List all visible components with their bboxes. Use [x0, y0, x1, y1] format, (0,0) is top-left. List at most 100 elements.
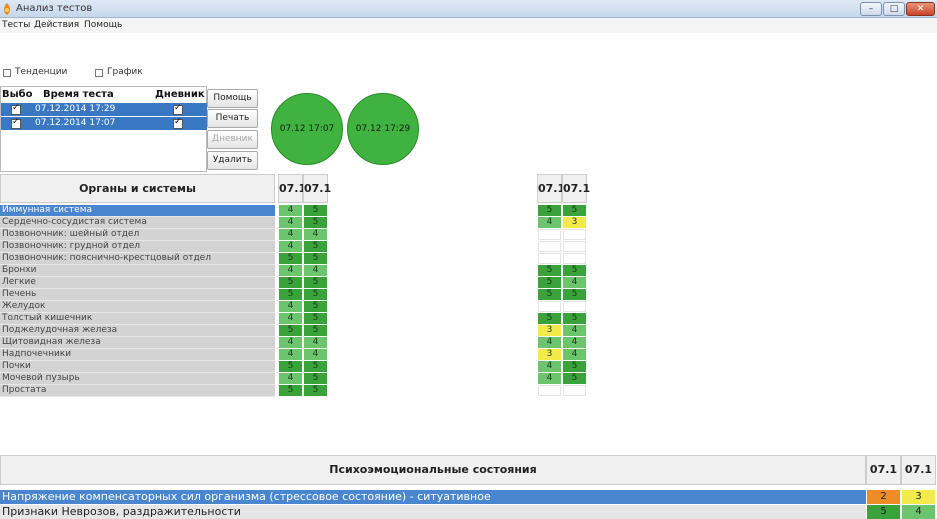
diary-checkbox[interactable] — [173, 117, 183, 129]
menu-help[interactable]: Помощь — [84, 20, 122, 30]
organs-col-header: 07.1 — [303, 174, 331, 203]
right-value-cell: 5 — [563, 289, 586, 300]
psycho-header: Психоэмоциональные состояния — [0, 455, 866, 485]
right-value-cell: 5 — [563, 313, 586, 324]
right-value-cell — [563, 229, 586, 240]
test-select-checkbox[interactable] — [11, 103, 21, 115]
organ-value-cell: 4 — [279, 373, 302, 384]
organ-row[interactable]: Легкие — [0, 277, 275, 289]
organ-row[interactable]: Надпочечники — [0, 349, 275, 361]
organ-value-cell: 5 — [304, 289, 327, 300]
organs-header: Органы и системы — [0, 174, 275, 203]
right-value-cell — [538, 301, 561, 312]
trends-checkbox[interactable] — [3, 69, 11, 77]
psycho-value-cell: 2 — [867, 490, 900, 504]
psycho-row[interactable]: Признаки Неврозов, раздражительности — [0, 505, 866, 519]
organ-value-cell: 4 — [279, 241, 302, 252]
organ-value-cell: 5 — [279, 289, 302, 300]
organ-row[interactable]: Щитовидная железа — [0, 337, 275, 349]
right-value-cell: 5 — [563, 205, 586, 216]
organ-row[interactable]: Бронхи — [0, 265, 275, 277]
right-value-cell — [563, 385, 586, 396]
organ-value-cell: 4 — [304, 337, 327, 348]
diary-checkbox[interactable] — [173, 103, 183, 115]
right-value-cell — [563, 301, 586, 312]
delete-button[interactable]: Удалить — [207, 151, 258, 170]
organ-row[interactable]: Почки — [0, 361, 275, 373]
organ-value-cell: 4 — [279, 337, 302, 348]
close-button[interactable]: ✕ — [906, 2, 935, 16]
test-circle[interactable]: 07.12 17:29 — [347, 93, 419, 165]
test-time: 07.12.2014 17:29 — [35, 104, 116, 114]
diary-button[interactable]: Дневник — [207, 130, 258, 149]
menu-actions[interactable]: Действия — [34, 20, 79, 30]
right-value-cell: 5 — [538, 265, 561, 276]
psycho-col-header: 07.1 — [901, 455, 936, 485]
right-value-cell — [538, 385, 561, 396]
graph-checkbox[interactable] — [95, 69, 103, 77]
right-value-cell — [563, 241, 586, 252]
right-value-cell — [538, 241, 561, 252]
test-circle[interactable]: 07.12 17:07 — [271, 93, 343, 165]
organ-row[interactable]: Простата — [0, 385, 275, 397]
test-time: 07.12.2014 17:07 — [35, 118, 116, 128]
organ-value-cell: 4 — [279, 265, 302, 276]
test-select-checkbox[interactable] — [11, 117, 21, 129]
psycho-col-header: 07.1 — [866, 455, 901, 485]
organ-value-cell: 5 — [304, 205, 327, 216]
help-button[interactable]: Помощь — [207, 89, 258, 108]
organ-value-cell: 5 — [279, 325, 302, 336]
graph-label: График — [107, 67, 143, 77]
organ-value-cell: 4 — [279, 349, 302, 360]
right-value-cell: 4 — [563, 325, 586, 336]
right-value-cell: 4 — [563, 277, 586, 288]
organ-row[interactable]: Печень — [0, 289, 275, 301]
psycho-value-cell: 5 — [867, 505, 900, 519]
right-value-cell: 5 — [538, 313, 561, 324]
organ-value-cell: 4 — [279, 313, 302, 324]
right-value-cell: 4 — [563, 337, 586, 348]
organ-row[interactable]: Иммунная система — [0, 205, 275, 217]
organ-value-cell: 5 — [279, 277, 302, 288]
organ-row[interactable]: Поджелудочная железа — [0, 325, 275, 337]
organ-row[interactable]: Позвоночник: грудной отдел — [0, 241, 275, 253]
organ-row[interactable]: Мочевой пузырь — [0, 373, 275, 385]
organ-row[interactable]: Позвоночник: пояснично-крестцовый отдел — [0, 253, 275, 265]
right-value-cell: 5 — [538, 289, 561, 300]
minimize-button[interactable]: – — [860, 2, 882, 16]
menu-tests[interactable]: Тесты — [2, 20, 30, 30]
organ-value-cell: 4 — [304, 229, 327, 240]
organ-row[interactable]: Толстый кишечник — [0, 313, 275, 325]
print-button[interactable]: Печать — [207, 109, 258, 128]
right-value-cell: 3 — [538, 349, 561, 360]
right-value-cell: 4 — [538, 337, 561, 348]
tests-table: Выбо Время теста Дневник 07.12.2014 17:2… — [0, 86, 207, 172]
right-value-cell — [538, 229, 561, 240]
test-row[interactable]: 07.12.2014 17:07 — [1, 117, 207, 130]
organ-value-cell: 4 — [304, 265, 327, 276]
right-value-cell: 4 — [538, 361, 561, 372]
right-value-cell: 5 — [538, 277, 561, 288]
organ-row[interactable]: Желудок — [0, 301, 275, 313]
psycho-value-cell: 4 — [902, 505, 935, 519]
organ-value-cell: 4 — [304, 349, 327, 360]
organ-value-cell: 5 — [304, 301, 327, 312]
organ-value-cell: 5 — [304, 253, 327, 264]
maximize-button[interactable]: □ — [883, 2, 905, 16]
organ-row[interactable]: Сердечно-сосудистая система — [0, 217, 275, 229]
right-value-cell: 3 — [538, 325, 561, 336]
organ-row[interactable]: Позвоночник: шейный отдел — [0, 229, 275, 241]
right-col-header: 07.1 — [537, 174, 565, 203]
test-row[interactable]: 07.12.2014 17:29 — [1, 103, 207, 116]
right-value-cell: 5 — [538, 205, 561, 216]
organ-value-cell: 4 — [279, 205, 302, 216]
organ-value-cell: 5 — [279, 361, 302, 372]
title-bar — [0, 0, 937, 18]
col-header-time: Время теста — [43, 89, 114, 100]
organ-value-cell: 5 — [304, 241, 327, 252]
psycho-row[interactable]: Напряжение компенсаторных сил организма … — [0, 490, 866, 504]
right-value-cell — [563, 253, 586, 264]
organ-value-cell: 4 — [279, 217, 302, 228]
right-value-cell: 5 — [563, 373, 586, 384]
organ-value-cell: 5 — [304, 277, 327, 288]
